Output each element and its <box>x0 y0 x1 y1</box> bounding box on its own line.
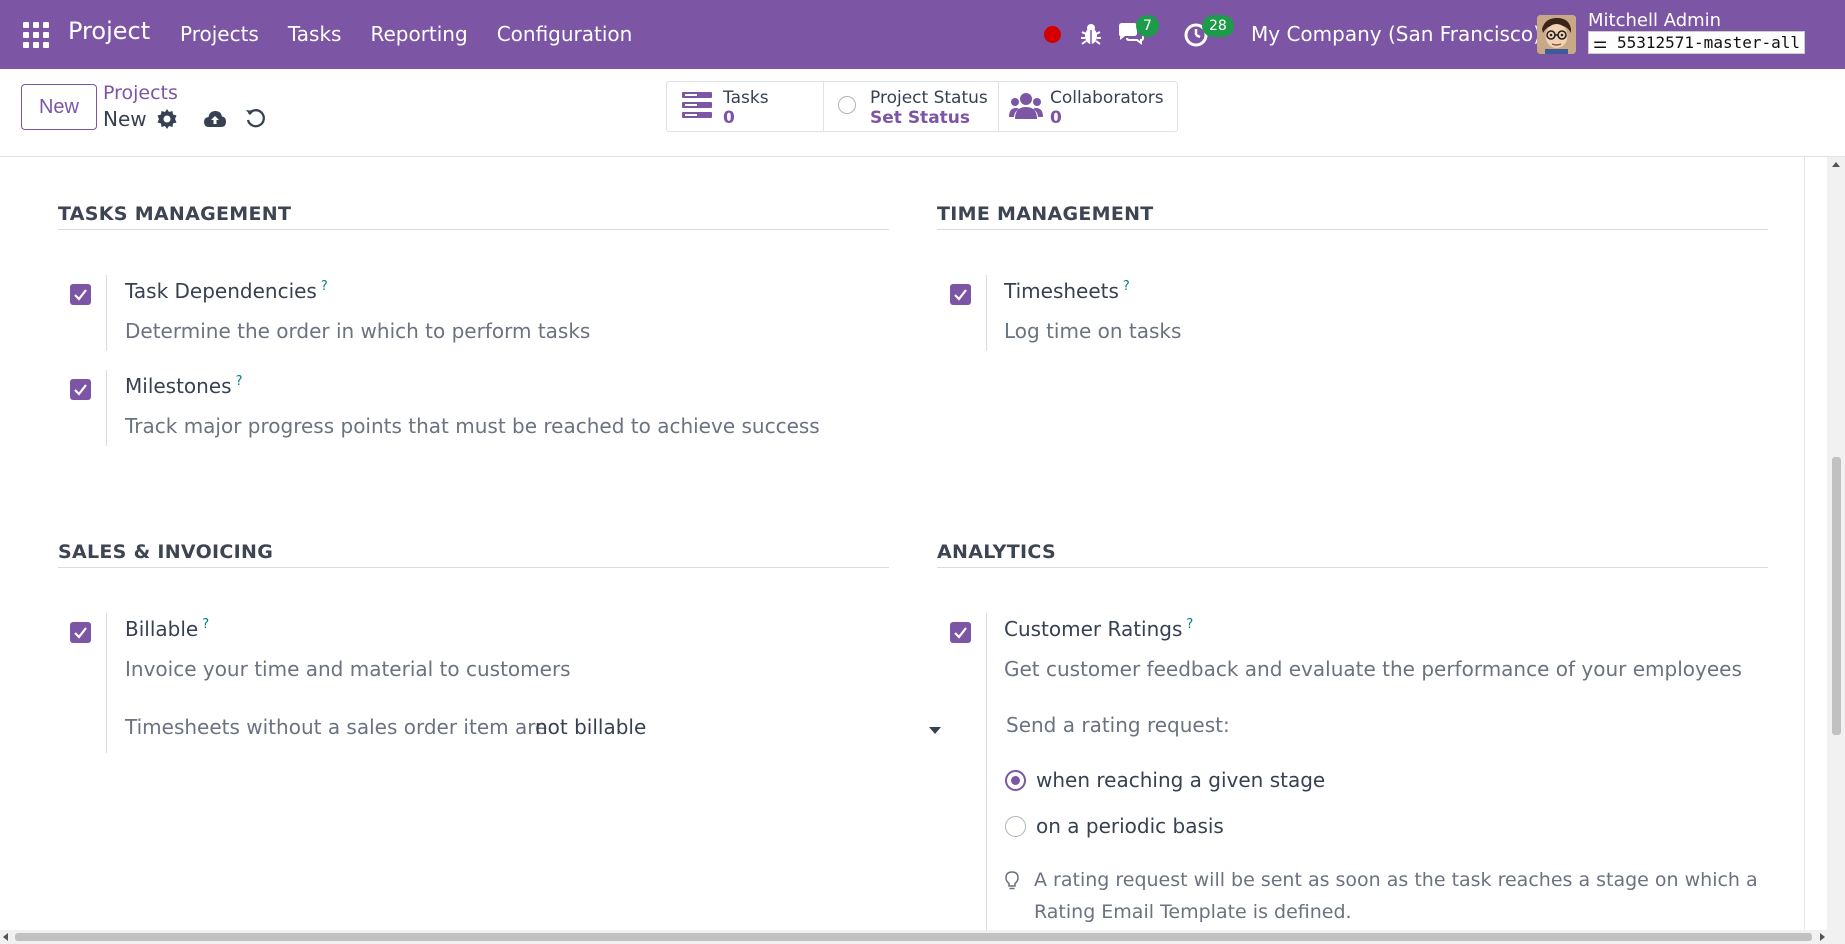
gear-icon[interactable] <box>157 109 177 129</box>
billable-help[interactable]: ? <box>202 617 209 632</box>
milestones-label: Milestones <box>125 374 232 398</box>
collaborators-label: Collaborators <box>1050 88 1164 108</box>
customer-ratings-checkbox[interactable] <box>950 622 971 643</box>
bug-icon[interactable] <box>1080 22 1102 46</box>
tasks-management-title: TASKS MANAGEMENT <box>58 203 292 225</box>
tasks-smart-button[interactable]: Tasks 0 <box>667 82 824 131</box>
task-dependencies-help[interactable]: ? <box>321 279 328 294</box>
form-sheet: TASKS MANAGEMENT Task Dependencies? Dete… <box>0 157 1827 930</box>
setting-border <box>106 613 107 753</box>
timesheets-label: Timesheets <box>1004 279 1119 303</box>
timesheets-description: Log time on tasks <box>1004 319 1182 343</box>
collaborators-smart-button[interactable]: Collaborators 0 <box>999 82 1177 131</box>
setting-border <box>106 370 107 446</box>
radio-periodic-label[interactable]: on a periodic basis <box>1036 814 1224 838</box>
vertical-scroll-thumb[interactable] <box>1832 457 1841 735</box>
breadcrumb-projects[interactable]: Projects <box>103 82 178 104</box>
setting-border <box>106 275 107 351</box>
status-circle-icon <box>838 96 856 114</box>
billable-title: Billable? <box>125 617 209 641</box>
setting-border <box>986 613 987 930</box>
section-divider <box>937 567 1768 568</box>
horizontal-scrollbar[interactable] <box>0 930 1845 944</box>
app-title[interactable]: Project <box>68 17 150 45</box>
section-divider <box>58 229 889 230</box>
project-status-value: Set Status <box>870 108 971 128</box>
analytics-title: ANALYTICS <box>937 541 1056 563</box>
menu-configuration[interactable]: Configuration <box>497 22 633 46</box>
activity-count-badge: 28 <box>1202 15 1234 37</box>
users-icon <box>1009 93 1043 119</box>
database-icon: ⚌ <box>1593 33 1608 52</box>
top-navbar: Project Projects Tasks Reporting Configu… <box>0 0 1845 69</box>
main-menu: Projects Tasks Reporting Configuration <box>180 22 661 46</box>
recording-indicator-icon[interactable] <box>1044 26 1061 43</box>
breadcrumb-current: New <box>103 107 147 131</box>
non-billable-select-label: Timesheets without a sales order item ar… <box>125 715 548 739</box>
customer-ratings-help[interactable]: ? <box>1186 617 1193 632</box>
section-divider <box>58 567 889 568</box>
task-dependencies-description: Determine the order in which to perform … <box>125 319 591 343</box>
timesheets-help[interactable]: ? <box>1123 279 1130 294</box>
project-status-label: Project Status <box>870 88 988 108</box>
rating-request-label: Send a rating request: <box>1006 713 1230 737</box>
customer-ratings-label: Customer Ratings <box>1004 617 1183 641</box>
caret-down-icon[interactable] <box>929 727 941 734</box>
customer-ratings-description: Get customer feedback and evaluate the p… <box>1004 657 1742 681</box>
billable-description: Invoice your time and material to custom… <box>125 657 571 681</box>
database-label: 55312571-master-all <box>1616 33 1801 52</box>
scroll-up-arrow-icon[interactable] <box>1832 162 1840 167</box>
vertical-scrollbar[interactable] <box>1827 157 1845 930</box>
tasks-label: Tasks <box>723 88 769 108</box>
rating-hint: A rating request will be sent as soon as… <box>1034 869 1758 923</box>
milestones-help[interactable]: ? <box>236 374 243 389</box>
milestones-title: Milestones? <box>125 374 242 398</box>
lightbulb-icon <box>1005 871 1019 890</box>
apps-grid-icon[interactable] <box>23 22 49 48</box>
chat-count-badge: 7 <box>1136 15 1159 37</box>
radio-stage[interactable] <box>1005 770 1026 791</box>
menu-projects[interactable]: Projects <box>180 22 259 46</box>
radio-stage-label[interactable]: when reaching a given stage <box>1036 768 1325 792</box>
setting-border <box>986 275 987 351</box>
menu-reporting[interactable]: Reporting <box>370 22 467 46</box>
database-name: ⚌ 55312571-master-all <box>1588 31 1806 54</box>
control-panel: New Projects New Tasks 0 Project Status … <box>0 69 1845 157</box>
billable-checkbox[interactable] <box>70 622 91 643</box>
task-dependencies-title: Task Dependencies? <box>125 279 328 303</box>
collaborators-count: 0 <box>1050 108 1062 128</box>
new-button[interactable]: New <box>21 84 97 130</box>
section-divider <box>937 229 1768 230</box>
non-billable-select[interactable]: not billable <box>535 715 646 739</box>
timesheets-title: Timesheets? <box>1004 279 1130 303</box>
menu-tasks[interactable]: Tasks <box>288 22 342 46</box>
time-management-title: TIME MANAGEMENT <box>937 203 1154 225</box>
sheet-edge <box>1804 157 1805 930</box>
horizontal-scroll-thumb[interactable] <box>15 933 1812 941</box>
project-status-smart-button[interactable]: Project Status Set Status <box>824 82 999 131</box>
cloud-upload-icon[interactable] <box>203 109 227 129</box>
milestones-description: Track major progress points that must be… <box>125 414 820 438</box>
user-avatar[interactable] <box>1537 15 1576 54</box>
user-name[interactable]: Mitchell Admin <box>1588 10 1721 31</box>
smart-buttons: Tasks 0 Project Status Set Status Collab… <box>666 81 1178 132</box>
tasks-list-icon <box>682 92 712 118</box>
scroll-right-arrow-icon[interactable] <box>1820 933 1825 941</box>
discard-undo-icon[interactable] <box>245 108 266 129</box>
billable-label: Billable <box>125 617 199 641</box>
sales-invoicing-title: SALES & INVOICING <box>58 541 274 563</box>
customer-ratings-title: Customer Ratings? <box>1004 617 1193 641</box>
task-dependencies-label: Task Dependencies <box>125 279 317 303</box>
milestones-checkbox[interactable] <box>70 379 91 400</box>
radio-periodic[interactable] <box>1005 816 1026 837</box>
scroll-left-arrow-icon[interactable] <box>3 933 8 941</box>
company-switcher[interactable]: My Company (San Francisco) <box>1251 22 1541 46</box>
timesheets-checkbox[interactable] <box>950 284 971 305</box>
tasks-count: 0 <box>723 108 735 128</box>
task-dependencies-checkbox[interactable] <box>70 284 91 305</box>
